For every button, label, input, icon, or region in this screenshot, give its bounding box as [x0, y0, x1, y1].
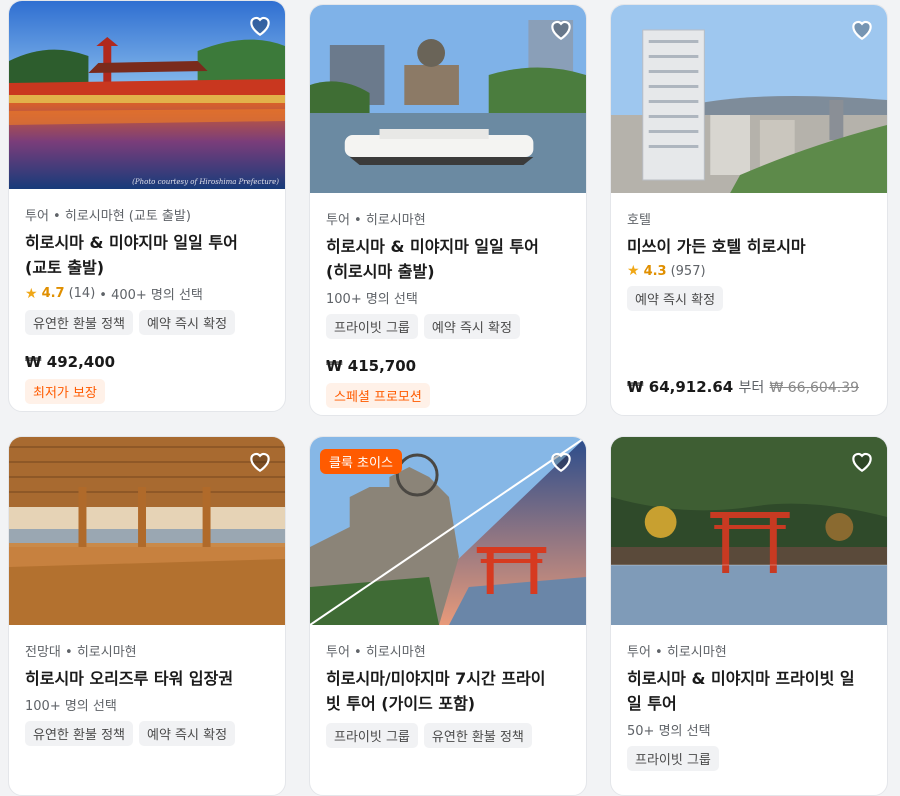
- card-price: ₩ 492,400: [25, 353, 116, 371]
- product-image-mitsui-garden-hotel[interactable]: [611, 5, 887, 193]
- tag: 예약 즉시 확정: [139, 721, 236, 746]
- card-booked: 50+ 명의 선택: [627, 724, 711, 739]
- tag: 프라이빗 그룹: [326, 723, 418, 748]
- star-icon: ★: [627, 263, 640, 279]
- card-category: 전망대 • 히로시마현: [25, 645, 137, 660]
- product-image-atomic-dome-cruise[interactable]: [310, 5, 586, 193]
- product-image-miyajima-torii[interactable]: [611, 437, 887, 625]
- tag: 프라이빗 그룹: [627, 746, 719, 771]
- card-tags: 예약 즉시 확정: [627, 286, 871, 311]
- tag: 프라이빗 그룹: [326, 314, 418, 339]
- card-rating: ★ 4.7 (14) • 400+ 명의 선택: [25, 285, 203, 304]
- photo-caption: (Photo courtesy of Hiroshima Prefecture): [132, 178, 279, 186]
- klook-choice-badge: 클룩 초이스: [320, 449, 402, 474]
- tag: 예약 즉시 확정: [627, 286, 724, 311]
- product-image-dome-and-torii[interactable]: 클룩 초이스: [310, 437, 586, 625]
- heart-icon[interactable]: [247, 12, 273, 38]
- promo-badge: 최저가 보장: [25, 379, 105, 404]
- card-title[interactable]: 히로시마 오리즈루 타워 입장권: [25, 666, 269, 691]
- heart-icon[interactable]: [548, 448, 574, 474]
- product-image-orizuru-tower[interactable]: [9, 437, 285, 625]
- tag: 예약 즉시 확정: [139, 310, 236, 335]
- tag: 유연한 환불 정책: [25, 721, 133, 746]
- card-tags: 프라이빗 그룹: [627, 746, 871, 771]
- product-card[interactable]: (Photo courtesy of Hiroshima Prefecture)…: [8, 0, 286, 412]
- card-category: 호텔: [627, 213, 651, 228]
- card-booked: 100+ 명의 선택: [25, 699, 117, 714]
- card-category: 투어 • 히로시마현: [326, 645, 426, 660]
- tag: 예약 즉시 확정: [423, 314, 520, 339]
- promo-badge: 스페셜 프로모션: [326, 383, 430, 408]
- card-category: 투어 • 히로시마현: [326, 213, 426, 228]
- tag: 유연한 환불 정책: [423, 723, 532, 748]
- heart-icon[interactable]: [548, 16, 574, 42]
- card-category: 투어 • 히로시마현 (교토 출발): [25, 209, 191, 224]
- card-title[interactable]: 미쓰이 가든 호텔 히로시마: [627, 234, 871, 259]
- heart-icon[interactable]: [247, 448, 273, 474]
- star-icon: ★: [25, 285, 38, 302]
- heart-icon[interactable]: [849, 448, 875, 474]
- card-booked: 100+ 명의 선택: [326, 292, 418, 307]
- card-title[interactable]: 히로시마/미야지마 7시간 프라이 빗 투어 (가이드 포함): [326, 666, 570, 716]
- product-card[interactable]: 호텔 미쓰이 가든 호텔 히로시마 ★ 4.3 (957) 예약 즉시 확정 ₩…: [610, 4, 888, 416]
- card-title[interactable]: 히로시마 & 미야지마 프라이빗 일 일 투어: [627, 666, 871, 716]
- product-card[interactable]: 투어 • 히로시마현 히로시마 & 미야지마 일일 투어 (히로시마 출발) 1…: [309, 4, 587, 416]
- product-image-itsukushima-shrine[interactable]: (Photo courtesy of Hiroshima Prefecture): [9, 1, 285, 189]
- tag: 유연한 환불 정책: [25, 310, 133, 335]
- card-price: ₩ 64,912.64 부터 ₩ 66,604.39: [627, 378, 860, 396]
- product-card[interactable]: 클룩 초이스 투어 • 히로시마현 히로시마/미야지마 7시간 프라이 빗 투어…: [309, 436, 587, 796]
- card-title[interactable]: 히로시마 & 미야지마 일일 투어 (교토 출발): [25, 230, 269, 280]
- card-price: ₩ 415,700: [326, 357, 417, 375]
- card-category: 투어 • 히로시마현: [627, 645, 727, 660]
- product-card[interactable]: 전망대 • 히로시마현 히로시마 오리즈루 타워 입장권 100+ 명의 선택 …: [8, 436, 286, 796]
- card-tags: 유연한 환불 정책 예약 즉시 확정: [25, 310, 269, 335]
- card-tags: 유연한 환불 정책 예약 즉시 확정: [25, 721, 269, 746]
- card-rating: ★ 4.3 (957): [627, 263, 706, 279]
- card-tags: 프라이빗 그룹 유연한 환불 정책: [326, 723, 570, 748]
- card-title[interactable]: 히로시마 & 미야지마 일일 투어 (히로시마 출발): [326, 234, 570, 284]
- heart-icon[interactable]: [849, 16, 875, 42]
- card-tags: 프라이빗 그룹 예약 즉시 확정: [326, 314, 570, 339]
- original-price: ₩ 66,604.39: [769, 380, 860, 396]
- product-card[interactable]: 투어 • 히로시마현 히로시마 & 미야지마 프라이빗 일 일 투어 50+ 명…: [610, 436, 888, 796]
